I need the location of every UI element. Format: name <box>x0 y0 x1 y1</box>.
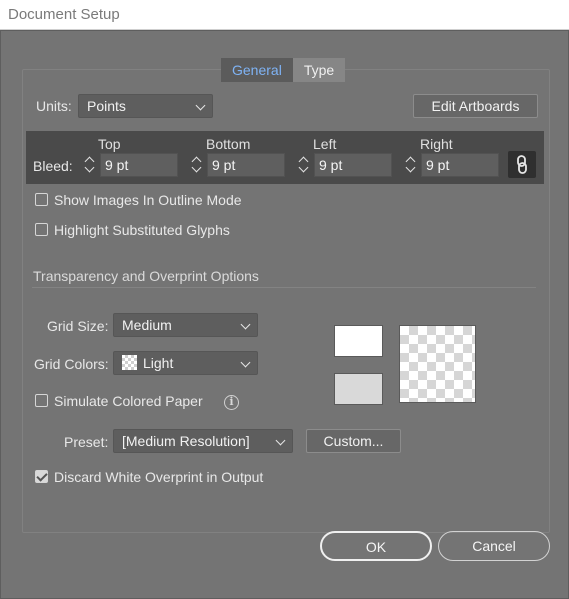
chain-link-icon <box>517 155 527 174</box>
grid-colors-label: Grid Colors: <box>34 356 109 372</box>
title-bar: Document Setup <box>0 0 569 30</box>
bleed-left-stepper[interactable] <box>296 153 314 177</box>
info-icon[interactable]: i <box>224 395 239 410</box>
bleed-right-stepper[interactable] <box>403 153 421 177</box>
units-label: Units: <box>36 98 72 114</box>
simulate-paper-label: Simulate Colored Paper <box>54 393 203 409</box>
grid-color-swatch[interactable] <box>334 373 383 405</box>
units-value: Points <box>87 98 126 114</box>
transparency-section-title: Transparency and Overprint Options <box>33 268 259 284</box>
checkerboard-icon <box>122 355 137 370</box>
transparency-grid-preview <box>399 325 476 403</box>
highlight-glyphs-checkbox[interactable] <box>35 223 48 236</box>
ok-button[interactable]: OK <box>320 531 432 561</box>
document-setup-dialog: General Type Units: Points Edit Artboard… <box>0 30 569 599</box>
bleed-label: Bleed: <box>33 158 73 174</box>
discard-white-overprint-checkbox[interactable] <box>35 470 48 483</box>
chevron-down-icon <box>84 162 95 173</box>
chevron-down-icon <box>240 357 251 368</box>
bleed-top-stepper[interactable] <box>82 153 100 177</box>
chevron-down-icon <box>240 319 251 330</box>
chevron-down-icon <box>405 162 416 173</box>
chevron-down-icon <box>298 162 309 173</box>
bleed-top-input[interactable]: 9 pt <box>100 153 178 177</box>
bleed-header-top: Top <box>98 136 121 152</box>
chevron-down-icon <box>191 162 202 173</box>
cancel-button[interactable]: Cancel <box>438 531 550 561</box>
bleed-bar: Top Bottom Left Right Bleed: 9 pt 9 pt 9… <box>26 131 544 184</box>
grid-size-dropdown[interactable]: Medium <box>113 313 258 337</box>
preset-value: [Medium Resolution] <box>122 433 250 449</box>
simulate-paper-checkbox[interactable] <box>35 394 48 407</box>
bleed-bottom-input[interactable]: 9 pt <box>207 153 285 177</box>
grid-size-value: Medium <box>122 317 172 333</box>
bleed-bottom-stepper[interactable] <box>189 153 207 177</box>
tab-general[interactable]: General <box>221 58 293 82</box>
tab-bar: General Type <box>221 58 346 82</box>
units-dropdown[interactable]: Points <box>78 94 213 118</box>
bleed-header-bottom: Bottom <box>206 136 251 152</box>
chevron-down-icon <box>275 435 286 446</box>
grid-colors-value: Light <box>143 355 174 371</box>
custom-button[interactable]: Custom... <box>306 429 401 453</box>
preset-dropdown[interactable]: [Medium Resolution] <box>113 429 293 453</box>
edit-artboards-button[interactable]: Edit Artboards <box>413 94 538 118</box>
bleed-header-right: Right <box>420 136 453 152</box>
bleed-left-input[interactable]: 9 pt <box>314 153 392 177</box>
discard-white-overprint-label: Discard White Overprint in Output <box>54 469 264 485</box>
link-bleed-button[interactable] <box>508 151 536 178</box>
grid-colors-dropdown[interactable]: Light <box>113 351 258 375</box>
grid-size-label: Grid Size: <box>47 318 109 334</box>
show-images-outline-label: Show Images In Outline Mode <box>54 192 242 208</box>
paper-color-swatch[interactable] <box>334 325 383 357</box>
tab-type[interactable]: Type <box>292 58 346 82</box>
section-divider <box>32 287 536 288</box>
highlight-glyphs-label: Highlight Substituted Glyphs <box>54 222 230 238</box>
bleed-header-left: Left <box>313 136 337 152</box>
chevron-down-icon <box>195 100 206 111</box>
window-title: Document Setup <box>8 6 120 23</box>
bleed-right-input[interactable]: 9 pt <box>421 153 499 177</box>
show-images-outline-checkbox[interactable] <box>35 193 48 206</box>
preset-label: Preset: <box>64 434 109 450</box>
